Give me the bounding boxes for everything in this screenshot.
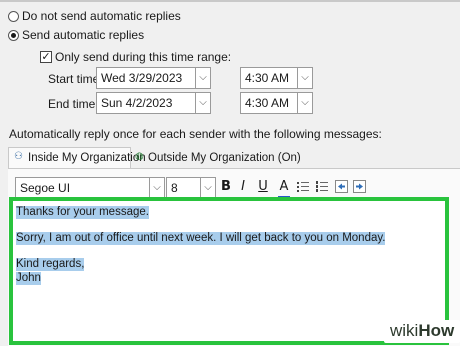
message-line: Kind regards, (16, 258, 85, 271)
end-time-label: End time: (48, 97, 99, 111)
font-family-select[interactable]: Segoe UI (15, 177, 151, 199)
underline-label: U (258, 179, 268, 194)
wikihow-watermark: wikiHow (384, 320, 460, 343)
font-color-button[interactable]: A (277, 177, 291, 199)
bold-label: B (221, 179, 231, 194)
tab-outside-label: Outside My Organization (On) (148, 152, 301, 164)
end-date-dropdown[interactable]: ⌵ (195, 92, 211, 114)
chevron-down-icon: ⌵ (301, 72, 309, 83)
underline-button[interactable]: U (256, 177, 270, 197)
chevron-down-icon: ⌵ (204, 182, 212, 193)
font-color-label: A (279, 179, 289, 194)
tab-inside-organization[interactable]: ⚇ Inside My Organization (8, 147, 146, 169)
end-time-dropdown[interactable]: ⌵ (297, 92, 313, 114)
no-reply-radio[interactable] (8, 11, 19, 22)
start-date-dropdown[interactable]: ⌵ (195, 67, 211, 89)
italic-button[interactable]: I (237, 177, 249, 197)
chevron-down-icon: ⌵ (199, 72, 207, 83)
no-reply-label: Do not send automatic replies (22, 9, 181, 23)
time-range-label: Only send during this time range: (55, 50, 232, 64)
end-date-field[interactable]: Sun 4/2/2023 (96, 92, 196, 114)
tab-outside-organization[interactable]: ◍ Outside My Organization (On) (133, 149, 301, 169)
top-divider (0, 0, 460, 2)
start-date-field[interactable]: Wed 3/29/2023 (96, 67, 196, 89)
start-time-field[interactable]: 4:30 AM (240, 67, 298, 89)
start-time-label: Start time: (48, 72, 103, 86)
font-size-select[interactable]: 8 (166, 177, 202, 199)
bold-button[interactable]: B (219, 177, 233, 197)
message-line: Thanks for your message. (16, 206, 149, 219)
end-time-field[interactable]: 4:30 AM (240, 92, 298, 114)
chevron-down-icon: ⌵ (301, 97, 309, 108)
font-family-dropdown[interactable]: ⌵ (149, 177, 165, 199)
font-size-dropdown[interactable]: ⌵ (200, 177, 216, 199)
time-range-checkbox[interactable]: ✓ (40, 51, 52, 63)
send-reply-label: Send automatic replies (22, 28, 145, 42)
message-line: John (16, 272, 41, 285)
start-time-dropdown[interactable]: ⌵ (297, 67, 313, 89)
people-icon: ⚇ (14, 151, 23, 162)
globe-icon: ◍ (135, 151, 144, 162)
decrease-indent-icon[interactable] (335, 180, 348, 193)
message-editor[interactable] (9, 197, 449, 345)
instructions-text: Automatically reply once for each sender… (9, 127, 382, 141)
send-reply-radio[interactable] (8, 30, 19, 41)
watermark-suffix: How (418, 321, 455, 340)
chevron-down-icon: ⌵ (153, 182, 161, 193)
italic-label: I (241, 179, 245, 194)
message-line: Sorry, I am out of office until next wee… (16, 232, 386, 245)
chevron-down-icon: ⌵ (199, 97, 207, 108)
watermark-prefix: wiki (390, 321, 419, 340)
bullet-list-icon[interactable] (297, 180, 309, 194)
tab-inside-label: Inside My Organization (28, 152, 146, 164)
numbered-list-icon[interactable] (316, 180, 328, 194)
increase-indent-icon[interactable] (353, 180, 366, 193)
